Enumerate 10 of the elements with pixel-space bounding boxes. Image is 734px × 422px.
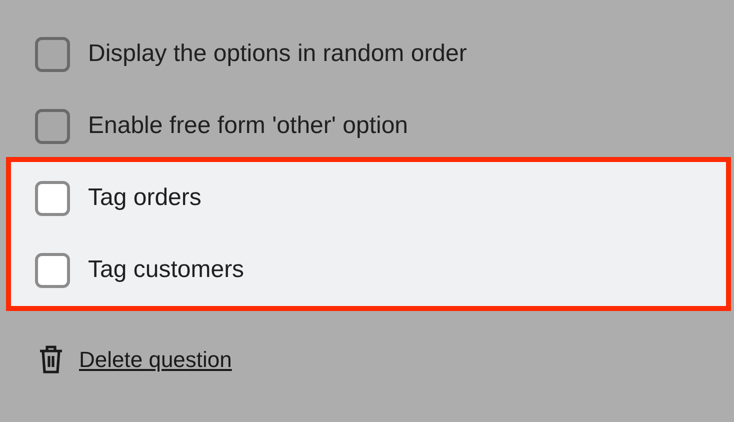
trash-icon [39,344,63,374]
option-label: Tag customers [88,255,244,285]
delete-link[interactable]: Delete question [79,342,232,376]
option-label: Enable free form 'other' option [88,111,408,141]
checkbox[interactable] [35,252,70,288]
option-label: Tag orders [88,183,202,213]
checkbox[interactable] [35,180,70,216]
option-label: Display the options in random order [88,39,467,69]
checkbox[interactable] [35,108,70,144]
checkbox[interactable] [35,36,70,72]
